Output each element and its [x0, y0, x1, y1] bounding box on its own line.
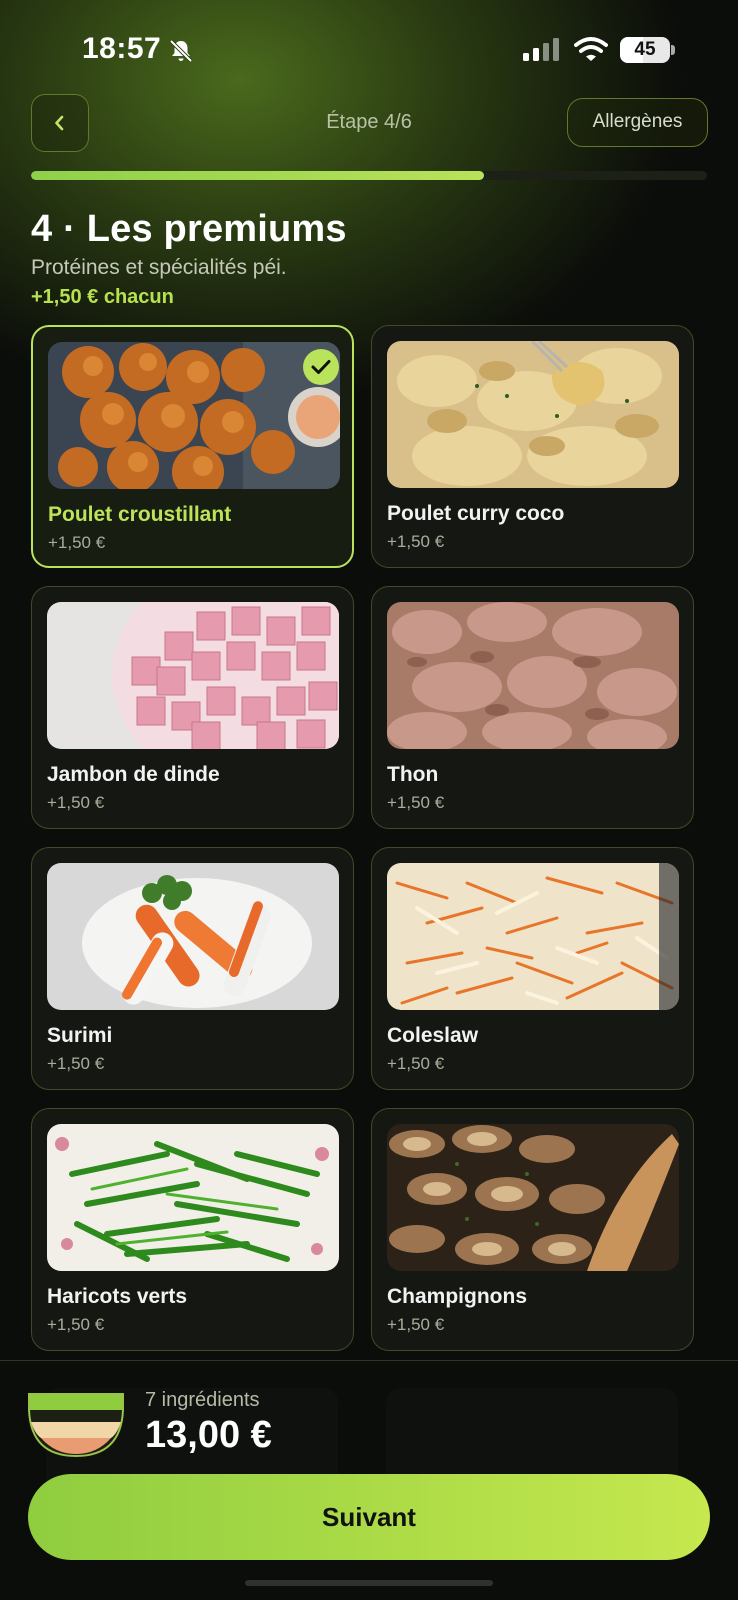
status-bar: 18:57 45 [0, 28, 738, 74]
status-time: 18:57 [82, 32, 162, 65]
progress-bar [31, 171, 707, 180]
allergens-button[interactable]: Allergènes [567, 98, 708, 147]
bowl-icon [28, 1393, 124, 1458]
section-price-note: +1,50 € chacun [31, 286, 174, 308]
ingredient-price: +1,50 € [48, 533, 106, 552]
ingredient-photo-turkey-ham [47, 602, 339, 749]
battery-indicator: 45 [620, 37, 670, 63]
next-button[interactable]: Suivant [28, 1474, 710, 1560]
ingredient-card-champignons[interactable]: Champignons +1,50 € [371, 1108, 694, 1351]
ingredient-card-jambon-de-dinde[interactable]: Jambon de dinde +1,50 € [31, 586, 354, 829]
ingredient-card-haricots-verts[interactable]: Haricots verts +1,50 € [31, 1108, 354, 1351]
ingredient-price: +1,50 € [387, 1315, 445, 1334]
ingredient-card-surimi[interactable]: Surimi +1,50 € [31, 847, 354, 1090]
ingredient-name: Haricots verts [47, 1285, 188, 1308]
ingredient-name: Jambon de dinde [47, 763, 220, 786]
ingredient-price: +1,50 € [47, 1054, 105, 1073]
ingredient-photo-coleslaw [387, 863, 679, 1010]
ingredient-card-coleslaw[interactable]: Coleslaw +1,50 € [371, 847, 694, 1090]
ingredient-card-poulet-croustillant[interactable]: Poulet croustillant +1,50 € [31, 325, 354, 568]
ingredient-name: Coleslaw [387, 1024, 479, 1047]
ingredient-name: Poulet croustillant [48, 503, 232, 526]
ingredient-count: 7 ingrédients [145, 1389, 260, 1411]
ingredient-price: +1,50 € [387, 1054, 445, 1073]
ingredient-photo-curry-chicken [387, 341, 679, 488]
section-title: 4 · Les premiums [31, 208, 347, 250]
selected-check-icon [303, 349, 339, 385]
signal-icon [523, 38, 559, 61]
ingredient-price: +1,50 € [387, 532, 445, 551]
progress-fill [31, 171, 484, 180]
ingredient-name: Champignons [387, 1285, 527, 1308]
ingredient-name: Surimi [47, 1024, 113, 1047]
ingredient-card-thon[interactable]: Thon +1,50 € [371, 586, 694, 829]
bell-slash-icon [169, 39, 193, 63]
ingredient-card-poulet-curry-coco[interactable]: Poulet curry coco +1,50 € [371, 325, 694, 568]
total-price: 13,00 € [145, 1414, 272, 1456]
section-subtitle: Protéines et spécialités péi. [31, 256, 287, 279]
ingredient-price: +1,50 € [387, 793, 445, 812]
battery-tip [671, 45, 675, 55]
ingredient-price: +1,50 € [47, 1315, 105, 1334]
ingredient-name: Poulet curry coco [387, 502, 565, 525]
home-indicator [245, 1580, 493, 1586]
ingredient-name: Thon [387, 763, 439, 786]
ingredient-photo-crispy-chicken [48, 342, 340, 489]
ingredient-photo-tuna [387, 602, 679, 749]
wifi-icon [574, 37, 608, 61]
ingredient-photo-mushrooms [387, 1124, 679, 1271]
ingredient-price: +1,50 € [47, 793, 105, 812]
ingredient-photo-green-beans [47, 1124, 339, 1271]
ingredient-photo-surimi [47, 863, 339, 1010]
battery-percent: 45 [634, 39, 656, 60]
